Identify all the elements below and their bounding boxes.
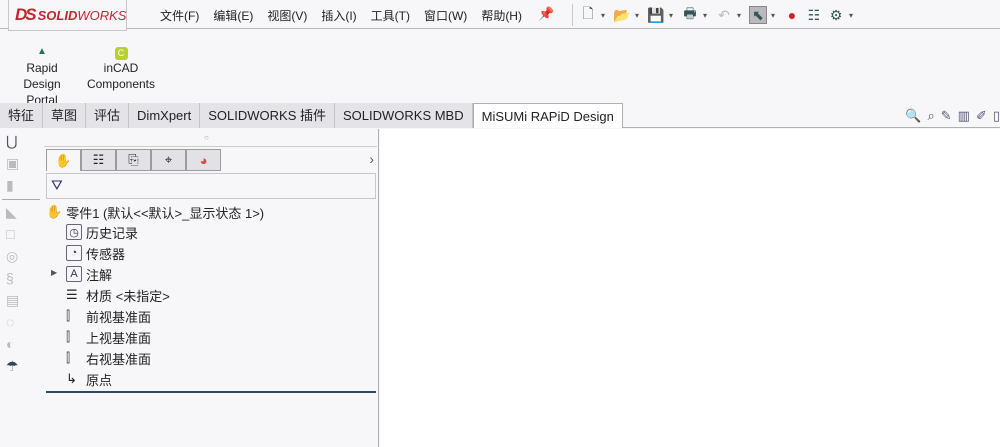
divider [44, 146, 377, 147]
menu-view[interactable]: 视图(V) [267, 7, 307, 24]
zoom-to-area-icon[interactable]: ⌕ [927, 108, 934, 124]
loft-icon[interactable]: § [6, 270, 26, 288]
tree-item-material[interactable]: ☰ 材质 <未指定> [66, 285, 170, 305]
view-orientation-icon[interactable]: ▯ [993, 108, 1000, 124]
display-manager-tab-icon[interactable]: ◕ [186, 149, 221, 171]
frame-icon[interactable]: □ [6, 226, 26, 244]
property-manager-tab-icon[interactable]: ☷ [81, 149, 116, 171]
tab-features[interactable]: 特征 [0, 103, 44, 128]
rapid-design-portal-button[interactable]: ▲ Rapid Design Portal [6, 44, 78, 108]
menu-edit[interactable]: 编辑(E) [213, 7, 253, 24]
left-command-strip: ⋃ ▣ ▮ ◣ □ ◎ § ▤ ◌ ◐ ☂ [0, 129, 42, 447]
history-folder-icon: ◷ [66, 224, 82, 240]
incad-components-button[interactable]: CinCAD Components [84, 44, 158, 92]
rebuild-traffic-light-icon[interactable]: ● [783, 6, 801, 24]
tree-item-front-plane[interactable]: ⫿ 前视基准面 [66, 306, 151, 326]
tree-item-sensors[interactable]: ◔ 传感器 [66, 243, 125, 263]
feature-icon[interactable]: ▣ [6, 155, 26, 173]
magnet-icon[interactable]: ⋃ [6, 133, 26, 151]
tab-dimxpert[interactable]: DimXpert [129, 103, 201, 128]
dimxpert-manager-tab-icon[interactable]: ⌖ [151, 149, 186, 171]
new-document-icon[interactable]: 🗋 [579, 5, 597, 24]
quick-toolbar: 🗋 ▾ 📂 ▾ 💾 ▾ 🖶 ▾ ↶ ▾ ⬉ ▾ ● ☷ ⚙ ▾ [572, 4, 857, 26]
menu-file[interactable]: 文件(F) [160, 7, 199, 24]
annotations-folder-icon: A [66, 266, 82, 282]
tab-solidworks-addins[interactable]: SOLIDWORKS 插件 [200, 103, 335, 128]
feature-manager-panel: ○ ✋ ☷ ⎘ ⌖ ◕ › ⛛ ✋ 零件1 (默认<<默认>_显示状态 1>) ◷… [44, 129, 379, 447]
select-dropdown[interactable]: ▾ [771, 11, 779, 20]
pin-icon[interactable]: 📌 [538, 6, 554, 22]
rib-icon[interactable]: ◐ [6, 336, 26, 354]
tab-evaluate[interactable]: 评估 [86, 103, 130, 128]
sheet-metal-icon[interactable]: ◣ [6, 204, 26, 222]
menu-tools[interactable]: 工具(T) [371, 7, 410, 24]
open-folder-icon[interactable]: 📂 [613, 6, 631, 24]
undo-dropdown[interactable]: ▾ [737, 11, 745, 20]
tree-item-top-plane[interactable]: ⫿ 上视基准面 [66, 327, 151, 347]
ribbon: ▲ Rapid Design Portal CinCAD Components [0, 30, 1000, 107]
dynamic-annotation-icon[interactable]: ✐ [976, 108, 987, 124]
tree-item-history[interactable]: ◷ 历史记录 [66, 222, 138, 242]
main-menu: 文件(F) 编辑(E) 视图(V) 插入(I) 工具(T) 窗口(W) 帮助(H… [160, 7, 522, 24]
panel-grip-icon[interactable]: ○ [204, 133, 209, 142]
options-dropdown[interactable]: ▾ [849, 11, 857, 20]
feature-manager-tab-icon[interactable]: ✋ [46, 149, 81, 171]
fillet-icon[interactable]: ◌ [6, 314, 26, 332]
rapid-design-icon: ▲ [37, 46, 47, 57]
previous-view-icon[interactable]: ✎ [941, 108, 952, 124]
tree-root-part[interactable]: ✋ 零件1 (默认<<默认>_显示状态 1>) [46, 202, 264, 222]
panel-expand-arrow[interactable]: › [369, 151, 374, 167]
umbrella-icon[interactable]: ☂ [6, 358, 26, 376]
incad-icon: C [114, 47, 128, 60]
view-heads-up-toolbar: 🔍 ⌕ ✎ ▥ ✐ ▯ [905, 108, 1000, 124]
extrude-icon[interactable]: ▮ [6, 177, 26, 195]
zoom-to-fit-icon[interactable]: 🔍 [905, 108, 921, 124]
sweep-icon[interactable]: ◎ [6, 248, 26, 266]
tab-sketch[interactable]: 草图 [43, 103, 87, 128]
shell-icon[interactable]: ▤ [6, 292, 26, 310]
solidworks-logo[interactable]: DS SOLID WORKS [8, 0, 127, 31]
sensors-folder-icon: ◔ [66, 245, 82, 261]
configuration-manager-tab-icon[interactable]: ⎘ [116, 149, 151, 171]
expand-arrow-icon[interactable]: ▶ [51, 268, 57, 277]
print-dropdown[interactable]: ▾ [703, 11, 711, 20]
tree-item-annotations[interactable]: A 注解 [66, 264, 112, 284]
save-icon[interactable]: 💾 [647, 6, 665, 24]
open-dropdown[interactable]: ▾ [635, 11, 643, 20]
divider [2, 199, 40, 200]
print-icon[interactable]: 🖶 [681, 5, 699, 24]
plane-icon: ⫿ [66, 329, 71, 344]
plane-icon: ⫿ [66, 308, 71, 323]
new-dropdown[interactable]: ▾ [601, 11, 609, 20]
menu-window[interactable]: 窗口(W) [424, 7, 467, 24]
command-manager-tabs: 特征 草图 评估 DimXpert SOLIDWORKS 插件 SOLIDWOR… [0, 103, 1000, 128]
section-view-icon[interactable]: ▥ [958, 108, 970, 124]
plane-icon: ⫿ [66, 350, 71, 365]
tree-item-right-plane[interactable]: ⫿ 右视基准面 [66, 348, 151, 368]
save-dropdown[interactable]: ▾ [669, 11, 677, 20]
file-properties-icon[interactable]: ☷ [805, 6, 823, 24]
part-icon: ✋ [46, 204, 63, 219]
filter-icon[interactable]: ⛛ [46, 173, 376, 199]
menu-help[interactable]: 帮助(H) [481, 7, 522, 24]
origin-icon: ↳ [66, 371, 77, 386]
panel-tabs: ✋ ☷ ⎘ ⌖ ◕ [46, 149, 221, 171]
select-cursor-icon[interactable]: ⬉ [749, 6, 767, 24]
rollback-bar[interactable] [46, 391, 376, 393]
tree-item-origin[interactable]: ↳ 原点 [66, 369, 112, 389]
tab-misumi-rapid-design[interactable]: MiSUMi RAPiD Design [472, 103, 623, 128]
material-icon: ☰ [66, 287, 78, 302]
undo-icon[interactable]: ↶ [715, 6, 733, 24]
menu-insert[interactable]: 插入(I) [321, 7, 356, 24]
graphics-area[interactable] [380, 129, 1000, 447]
tab-solidworks-mbd[interactable]: SOLIDWORKS MBD [334, 103, 473, 128]
gear-icon[interactable]: ⚙ [827, 6, 845, 24]
